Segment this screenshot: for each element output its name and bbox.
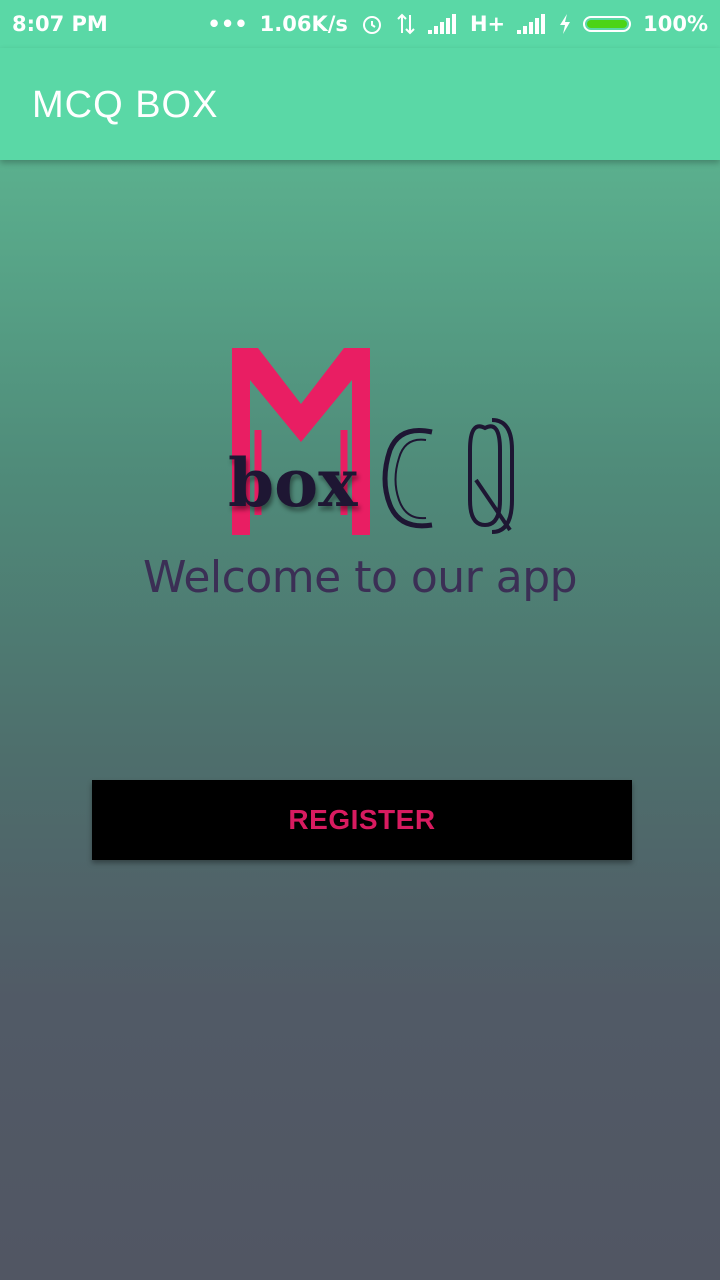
app-bar: MCQ BOX — [0, 48, 720, 160]
charging-icon — [560, 14, 571, 34]
app-logo: box — [228, 348, 514, 535]
signal-icon — [517, 14, 546, 34]
register-button[interactable]: REGISTER — [92, 780, 632, 860]
status-time: 8:07 PM — [12, 12, 108, 36]
status-bar: 8:07 PM ••• 1.06K/s H+ 100% — [0, 0, 720, 48]
logo-word-box: box — [228, 444, 358, 522]
logo-q-shape — [468, 418, 514, 534]
welcome-text: Welcome to our app — [142, 552, 578, 603]
network-type: H+ — [469, 12, 506, 36]
signal-icon — [427, 14, 456, 34]
battery-icon — [583, 16, 632, 32]
logo-c-shape — [382, 428, 433, 529]
data-transfer-icon — [397, 13, 415, 35]
dots-icon: ••• — [207, 12, 248, 36]
alarm-icon — [362, 16, 381, 34]
status-icons: ••• 1.06K/s H+ 100% — [207, 12, 708, 36]
app-title: MCQ BOX — [32, 84, 219, 126]
network-speed: 1.06K/s — [259, 12, 348, 36]
battery-level: 100% — [643, 12, 708, 36]
